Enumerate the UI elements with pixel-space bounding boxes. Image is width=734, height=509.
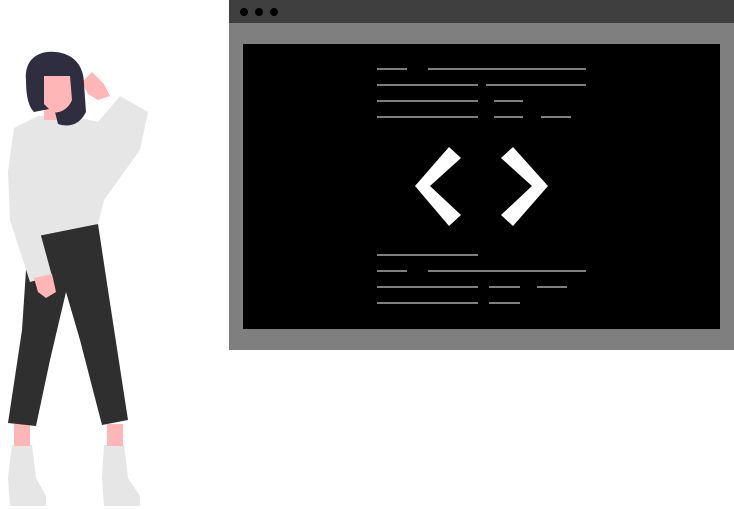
person-figure [8,51,148,506]
traffic-light-dots [240,8,278,16]
left-shoe [8,445,46,506]
window-titlebar [229,0,734,23]
window-dot-1 [240,8,248,16]
window-dot-2 [255,8,263,16]
right-ankle [107,424,123,446]
window-dot-3 [270,8,278,16]
raised-hand [82,72,110,100]
left-ankle [14,424,30,446]
browser-window [229,0,734,350]
code-illustration [8,0,734,506]
window-screen [243,44,720,329]
right-shoe [102,445,140,506]
